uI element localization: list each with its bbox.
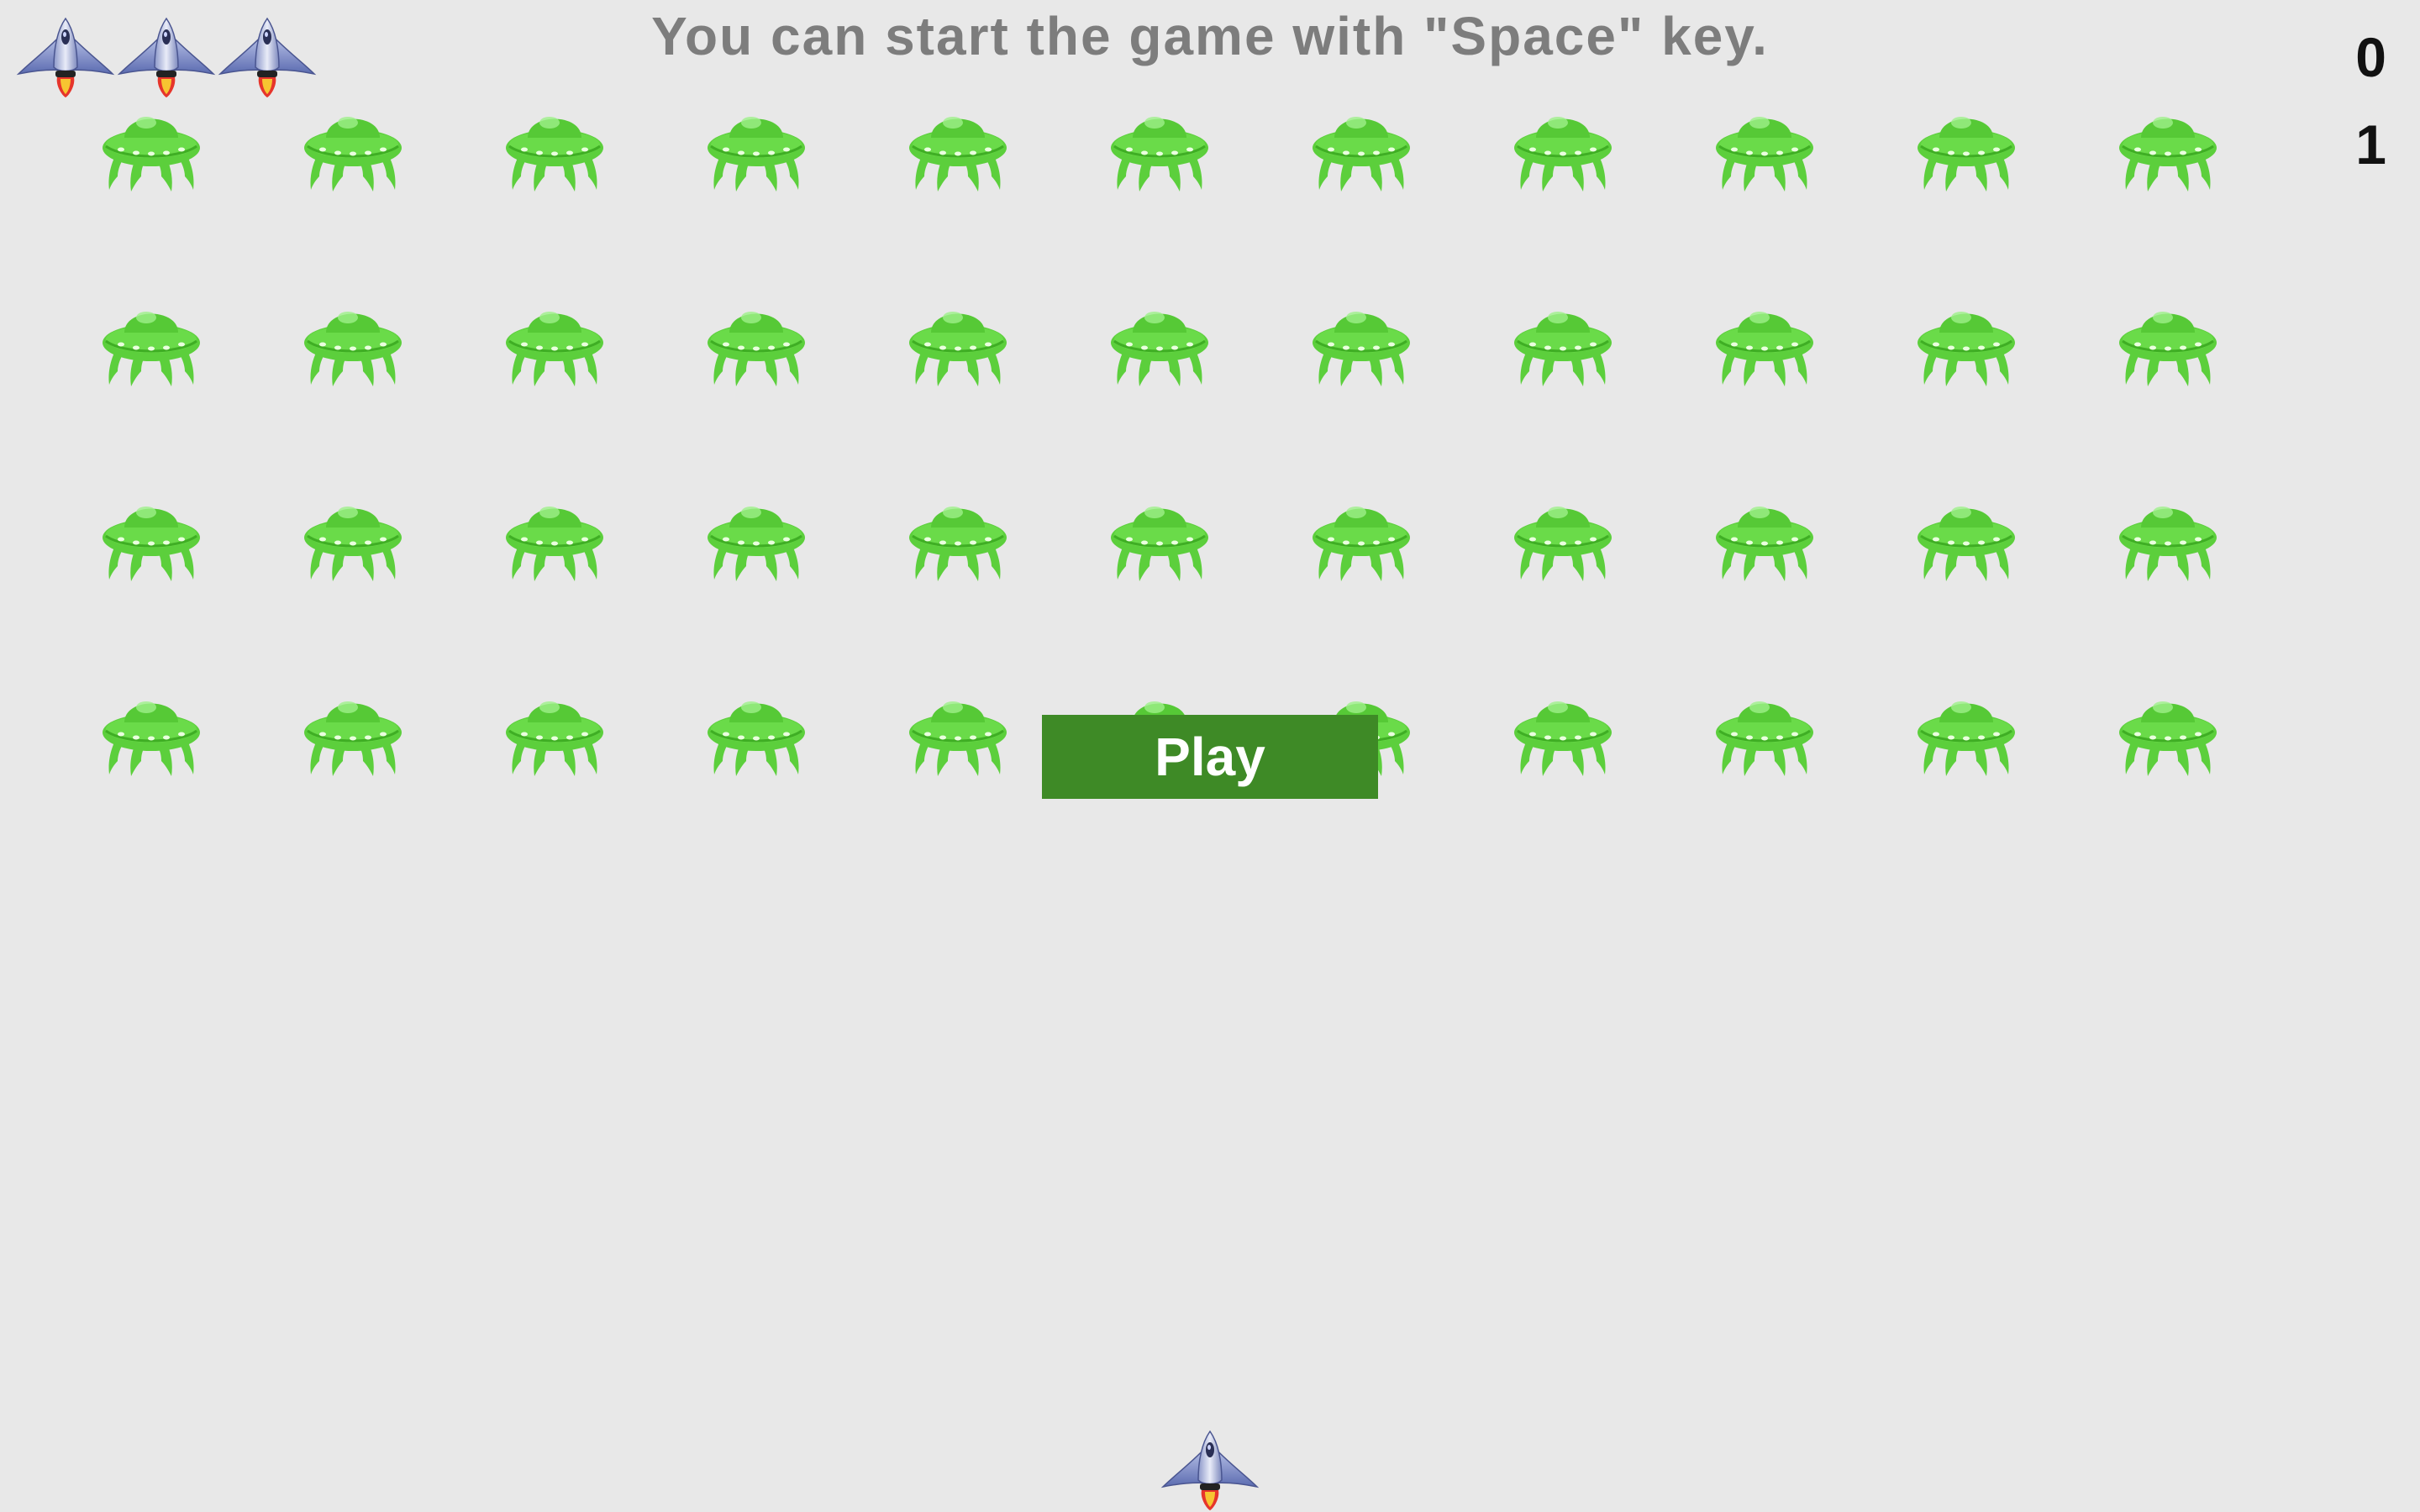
alien-ufo-icon (1109, 115, 1210, 193)
alien-ufo-icon (1311, 310, 1412, 388)
alien-ufo-icon (1311, 505, 1412, 583)
alien-ufo-icon (101, 115, 202, 193)
alien-ufo-icon (302, 505, 403, 583)
alien-ufo-icon (1916, 310, 2017, 388)
alien-ufo-icon (706, 310, 807, 388)
alien-ufo-icon (1512, 700, 1613, 778)
alien-ufo-icon (908, 115, 1008, 193)
alien-ufo-icon (504, 310, 605, 388)
alien-ufo-icon (101, 310, 202, 388)
alien-ufo-icon (1109, 310, 1210, 388)
play-button[interactable]: Play (1042, 715, 1378, 799)
game-canvas[interactable]: You can start the game with "Space" key.… (0, 0, 2420, 1512)
alien-ufo-icon (1916, 700, 2017, 778)
alien-ufo-icon (908, 700, 1008, 778)
alien-ufo-icon (2118, 505, 2218, 583)
score-display: 0 (2355, 26, 2386, 88)
alien-ufo-icon (2118, 310, 2218, 388)
alien-ufo-icon (1916, 505, 2017, 583)
alien-ufo-icon (1714, 115, 1815, 193)
alien-ufo-icon (1714, 310, 1815, 388)
alien-ufo-icon (1714, 505, 1815, 583)
alien-ufo-icon (504, 700, 605, 778)
alien-ufo-icon (302, 115, 403, 193)
alien-ufo-icon (706, 505, 807, 583)
alien-ufo-icon (706, 115, 807, 193)
alien-ufo-icon (1311, 115, 1412, 193)
alien-ufo-icon (302, 700, 403, 778)
alien-ufo-icon (1512, 310, 1613, 388)
player-ship-icon (1162, 1431, 1258, 1511)
alien-ufo-icon (101, 505, 202, 583)
alien-ufo-icon (1512, 115, 1613, 193)
alien-ufo-icon (908, 505, 1008, 583)
alien-ufo-icon (302, 310, 403, 388)
alien-ufo-icon (1714, 700, 1815, 778)
start-hint: You can start the game with "Space" key. (651, 6, 1769, 66)
alien-ufo-icon (706, 700, 807, 778)
alien-ufo-icon (101, 700, 202, 778)
alien-ufo-icon (1512, 505, 1613, 583)
level-display: 1 (2355, 113, 2386, 176)
alien-ufo-icon (908, 310, 1008, 388)
alien-ufo-icon (2118, 115, 2218, 193)
alien-ufo-icon (2118, 700, 2218, 778)
alien-ufo-icon (504, 115, 605, 193)
alien-ufo-icon (504, 505, 605, 583)
alien-ufo-icon (1916, 115, 2017, 193)
alien-ufo-icon (1109, 505, 1210, 583)
